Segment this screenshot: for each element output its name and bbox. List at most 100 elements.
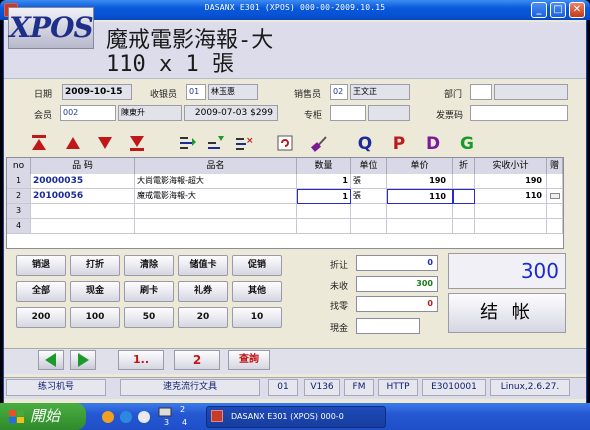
item-name-cell[interactable] [135,204,297,219]
device-id-status: E3010001 [422,379,486,396]
unit-cell[interactable]: 張 [351,174,387,189]
dept-code-field[interactable] [470,84,492,100]
total-amount-display: 300 [448,253,566,289]
row-number: 2 [7,189,31,204]
unit-cell[interactable]: 張 [351,189,387,204]
os-status: Linux,2.6.27. [490,379,570,396]
invoice-field[interactable] [470,105,568,121]
item-code-cell[interactable]: 20000035 [31,174,135,189]
item-code-cell[interactable] [31,204,135,219]
discount-button[interactable]: 打折 [70,255,120,276]
gift-cell[interactable] [547,174,563,189]
counter-label: 专柜 [304,111,323,121]
subtotal-cell[interactable]: 190 [475,174,547,189]
return-button[interactable]: 销退 [16,255,66,276]
item-code-cell[interactable]: 20100056 [31,189,135,204]
subtotal-cell[interactable] [475,204,547,219]
sales-code-field[interactable]: 02 [330,84,348,100]
other-button[interactable]: 其他 [232,281,282,302]
maximize-button[interactable]: □ [550,2,566,18]
checkout-button[interactable]: 结 帐 [448,293,566,333]
stored-value-card-button[interactable]: 储值卡 [178,255,228,276]
member-name-field: 陳東升 [118,105,182,121]
member-label: 会员 [34,111,53,121]
denomination-50-button[interactable]: 50 [124,307,174,328]
unit-cell[interactable] [351,219,387,234]
taskbar-item-xpos[interactable]: DASANX E301 (XPOS) 000-0 [206,406,386,428]
edit-row-icon[interactable] [206,134,226,152]
denomination-10-button[interactable]: 10 [232,307,282,328]
page-2-button[interactable]: 2 [174,350,220,370]
goto-g-icon[interactable]: G [458,134,476,154]
price-cell[interactable] [387,204,453,219]
subtotal-cell[interactable]: 110 [475,189,547,204]
prev-page-button[interactable] [38,350,64,370]
voucher-button[interactable]: 礼券 [178,281,228,302]
item-name-cell[interactable]: 魔戒電影海報-大 [135,189,297,204]
page-1-button[interactable]: 1.. [118,350,164,370]
col-header-gift: 赠 [547,158,563,174]
cash-field[interactable] [356,318,420,334]
quantity-cell[interactable]: 1 [297,189,351,204]
unit-cell[interactable] [351,204,387,219]
counter-field[interactable] [330,105,366,121]
discount-label: 折让 [330,261,349,271]
discount-field: 0 [356,255,438,271]
workspace-3[interactable]: 3 [164,418,169,427]
all-button[interactable]: 全部 [16,281,66,302]
gift-cell[interactable] [547,204,563,219]
logo: XPOS [8,7,94,49]
move-down-icon[interactable] [96,134,116,152]
price-cell[interactable] [387,219,453,234]
item-name-cell[interactable] [135,219,297,234]
workspace-2[interactable]: 2 [180,405,185,414]
denomination-100-button[interactable]: 100 [70,307,120,328]
clean-icon[interactable] [310,134,330,152]
quantity-cell[interactable] [297,219,351,234]
discount-cell[interactable] [453,204,475,219]
minimize-button[interactable]: _ [531,2,547,18]
subtotal-cell[interactable] [475,219,547,234]
print-p-icon[interactable]: P [390,134,408,154]
card-button[interactable]: 刷卡 [124,281,174,302]
member-info-field: 2009-07-03 $299 [184,105,278,121]
col-header-name: 品名 [135,158,297,174]
col-header-qty: 数量 [297,158,351,174]
delete-d-icon[interactable]: D [424,134,442,154]
gift-cell[interactable] [547,219,563,234]
windows-logo-icon [9,410,24,423]
media-icon[interactable] [118,409,134,425]
move-last-icon[interactable] [128,134,148,152]
query-q-icon[interactable]: Q [356,134,374,154]
member-code-field[interactable]: 002 [60,105,116,121]
query-button[interactable]: 查詢 [228,350,270,370]
promotion-button[interactable]: 促销 [232,255,282,276]
item-code-cell[interactable] [31,219,135,234]
price-cell[interactable]: 190 [387,174,453,189]
discount-cell[interactable] [453,174,475,189]
denomination-200-button[interactable]: 200 [16,307,66,328]
insert-row-icon[interactable] [178,134,198,152]
refresh-icon[interactable] [276,134,296,152]
move-up-icon[interactable] [64,134,84,152]
network-icon[interactable] [136,409,152,425]
quantity-cell[interactable] [297,204,351,219]
discount-cell[interactable] [453,189,475,204]
browser-icon[interactable] [100,409,116,425]
gift-toggle-icon[interactable] [550,193,560,199]
quantity-cell[interactable]: 1 [297,174,351,189]
move-first-icon[interactable] [30,134,50,152]
close-button[interactable]: ✕ [569,2,585,18]
row-number: 1 [7,174,31,189]
protocol-status: HTTP [378,379,418,396]
cashier-code-field[interactable]: 01 [186,84,206,100]
cash-button[interactable]: 现金 [70,281,120,302]
item-name-cell[interactable]: 大尚電影海報-超大 [135,174,297,189]
discount-cell[interactable] [453,219,475,234]
delete-row-icon[interactable]: × [234,134,254,152]
next-page-button[interactable] [70,350,96,370]
workspace-4[interactable]: 4 [182,418,187,427]
clear-button[interactable]: 清除 [124,255,174,276]
denomination-20-button[interactable]: 20 [178,307,228,328]
price-cell[interactable]: 110 [387,189,453,204]
